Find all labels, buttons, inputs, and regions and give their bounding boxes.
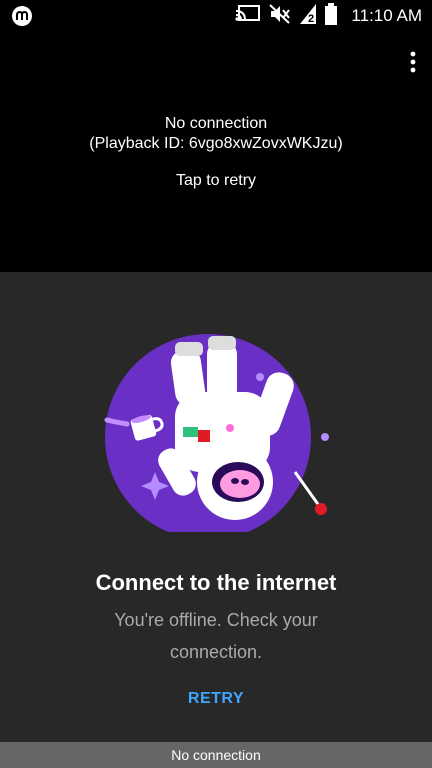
offline-panel: Connect to the internet You're offline. … — [0, 272, 432, 742]
offline-subtitle: You're offline. Check your connection. — [114, 610, 318, 662]
cast-icon — [235, 4, 261, 28]
player-error-title: No connection — [164, 115, 268, 132]
connection-snackbar: No connection — [0, 742, 432, 768]
offline-title: Connect to the internet — [95, 570, 337, 595]
playback-id: (Playback ID: 6vgo8xwZovxWKJzu) — [89, 135, 343, 152]
status-bar: 2 11:10 AM — [0, 0, 432, 32]
app-badge-icon — [12, 6, 32, 26]
player-error-message: No connection (Playback ID: 6vgo8xwZovxW… — [0, 114, 432, 154]
battery-icon — [325, 2, 338, 30]
more-options-icon[interactable] — [408, 50, 418, 74]
mute-icon — [269, 3, 291, 29]
tap-to-retry[interactable]: Tap to retry — [0, 172, 432, 190]
retry-button[interactable]: RETRY — [166, 684, 266, 714]
astronaut-illustration — [95, 332, 335, 540]
snackbar-text: No connection — [171, 747, 261, 763]
signal-icon: 2 — [299, 3, 317, 30]
video-player[interactable]: No connection (Playback ID: 6vgo8xwZovxW… — [0, 32, 432, 272]
status-time: 11:10 AM — [351, 6, 422, 25]
svg-text:2: 2 — [308, 13, 314, 25]
